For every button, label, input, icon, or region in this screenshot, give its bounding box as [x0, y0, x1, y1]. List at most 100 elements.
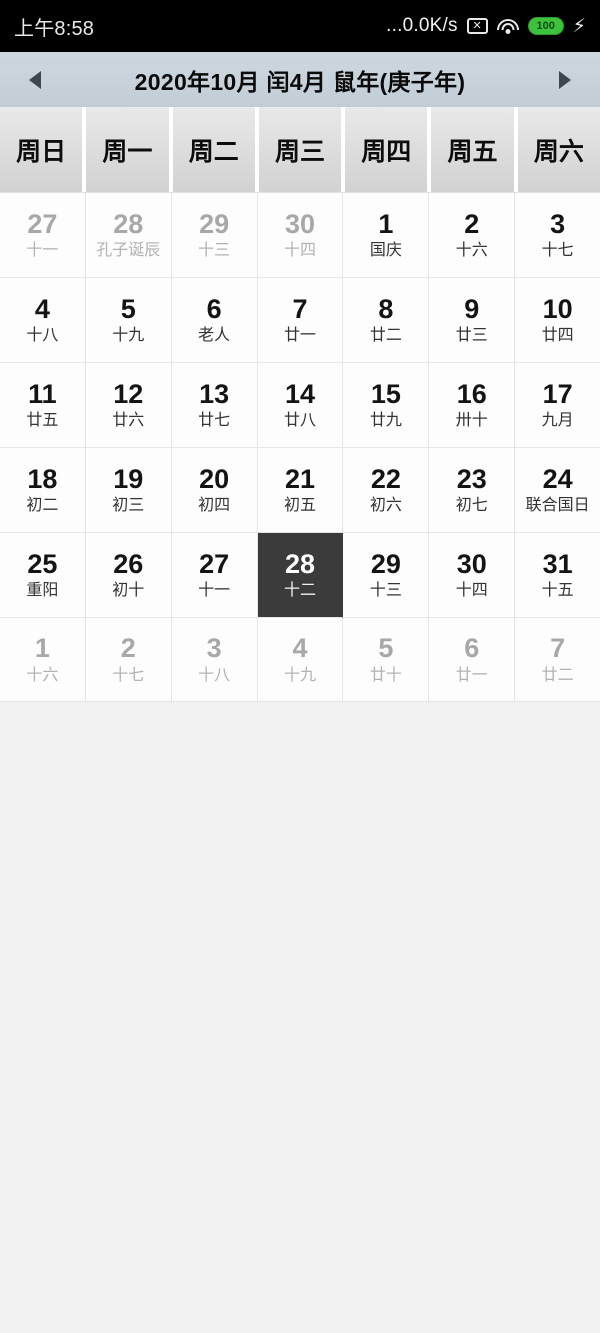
empty-content-area [0, 702, 600, 1333]
day-number: 11 [28, 378, 57, 409]
calendar-day-cell[interactable]: 4 十九 [257, 618, 344, 702]
network-speed-label: ...0.0K/s [386, 15, 458, 36]
day-number: 2 [464, 208, 480, 239]
day-number: 30 [456, 548, 487, 579]
calendar-day-cell[interactable]: 7 廿一 [257, 278, 344, 363]
calendar-day-cell[interactable]: 28 孔子诞辰 [85, 193, 172, 278]
day-number: 12 [113, 378, 144, 409]
calendar-day-cell[interactable]: 8 廿二 [343, 278, 430, 363]
lunar-label: 十三 [369, 582, 402, 600]
calendar-day-cell[interactable]: 25 重阳 [0, 533, 86, 618]
day-number: 1 [378, 208, 394, 239]
calendar-day-cell[interactable]: 28 十二 [257, 533, 344, 618]
calendar-day-cell[interactable]: 1 十六 [0, 618, 86, 702]
calendar-day-cell[interactable]: 15 廿九 [343, 363, 430, 448]
day-number: 23 [456, 463, 487, 494]
calendar-day-cell[interactable]: 3 十七 [515, 193, 600, 278]
calendar-day-cell[interactable]: 11 廿五 [0, 363, 86, 448]
calendar-day-cell[interactable]: 21 初五 [257, 448, 344, 533]
weekday-header-3: 周三 [258, 107, 342, 192]
lunar-label: 廿九 [369, 412, 402, 430]
calendar-day-cell[interactable]: 2 十六 [429, 193, 516, 278]
calendar-day-cell[interactable]: 5 十九 [85, 278, 172, 363]
calendar-week-row: 18 初二 19 初三 20 初四 21 初五 22 初六 23 初七 24 联合国日 [0, 448, 600, 533]
lunar-label: 重阳 [26, 582, 59, 600]
calendar-day-cell[interactable]: 22 初六 [343, 448, 430, 533]
day-number: 6 [464, 633, 480, 664]
lunar-label: 十七 [112, 666, 145, 684]
previous-month-button[interactable] [0, 70, 70, 89]
lunar-label: 廿八 [284, 412, 317, 430]
day-number: 24 [542, 463, 573, 494]
calendar-day-cell[interactable]: 20 初四 [171, 448, 258, 533]
calendar-day-cell[interactable]: 5 廿十 [343, 618, 430, 702]
weekday-header-4: 周四 [345, 107, 428, 192]
lunar-label: 廿六 [112, 412, 145, 430]
next-month-button[interactable] [530, 70, 600, 89]
calendar-day-cell[interactable]: 14 廿八 [257, 363, 344, 448]
lunar-label: 十九 [112, 327, 145, 345]
day-number: 15 [370, 378, 401, 409]
calendar-grid: 27 十一 28 孔子诞辰 29 十三 30 十四 1 国庆 2 十六 3 十七 4 十八 5 十九 6 老人 7 廿一 8… [0, 192, 600, 702]
battery-icon: 100 [527, 17, 564, 35]
day-number: 2 [120, 633, 136, 664]
lunar-label: 十六 [26, 666, 59, 684]
calendar-day-cell[interactable]: 18 初二 [0, 448, 86, 533]
lunar-label: 十八 [26, 327, 59, 345]
lunar-label: 十九 [284, 666, 317, 684]
calendar-day-cell[interactable]: 30 十四 [257, 193, 344, 278]
calendar-day-cell[interactable]: 31 十五 [515, 533, 600, 618]
lunar-label: 十八 [198, 666, 231, 684]
day-number: 16 [456, 378, 487, 409]
lunar-label: 十四 [455, 582, 488, 600]
calendar-day-cell[interactable]: 13 廿七 [171, 363, 258, 448]
lunar-label: 联合国日 [525, 497, 590, 515]
calendar-day-cell[interactable]: 4 十八 [0, 278, 86, 363]
calendar-week-row: 25 重阳 26 初十 27 十一 28 十二 29 十三 30 十四 31 十五 [0, 533, 600, 618]
calendar-day-cell[interactable]: 2 十七 [85, 618, 172, 702]
calendar-day-cell[interactable]: 27 十一 [0, 193, 86, 278]
lunar-label: 初七 [455, 497, 488, 515]
calendar-day-cell[interactable]: 9 廿三 [429, 278, 516, 363]
day-number: 28 [113, 208, 144, 239]
wifi-icon [496, 18, 519, 35]
calendar-day-cell[interactable]: 24 联合国日 [515, 448, 600, 533]
chevron-left-icon [29, 70, 41, 89]
calendar-day-cell[interactable]: 27 十一 [171, 533, 258, 618]
calendar-day-cell[interactable]: 17 九月 [515, 363, 600, 448]
lunar-label: 廿一 [284, 327, 317, 345]
calendar-week-row: 27 十一 28 孔子诞辰 29 十三 30 十四 1 国庆 2 十六 3 十七 [0, 193, 600, 278]
weekday-header-1: 周一 [86, 107, 169, 192]
calendar-day-cell[interactable]: 16 卅十 [429, 363, 516, 448]
lunar-label: 九月 [541, 412, 574, 430]
day-number: 3 [206, 633, 222, 664]
calendar-day-cell[interactable]: 10 廿四 [515, 278, 600, 363]
lunar-label: 十三 [198, 242, 231, 260]
lunar-label: 孔子诞辰 [96, 242, 161, 260]
calendar-day-cell[interactable]: 7 廿二 [515, 618, 600, 702]
calendar-day-cell[interactable]: 6 老人 [171, 278, 258, 363]
lunar-label: 廿二 [541, 666, 574, 684]
x-box-icon: ✕ [466, 18, 488, 34]
calendar-day-cell[interactable]: 26 初十 [85, 533, 172, 618]
lunar-label: 十六 [455, 242, 488, 260]
calendar-day-cell[interactable]: 23 初七 [429, 448, 516, 533]
lunar-label: 十四 [284, 242, 317, 260]
day-number: 14 [284, 378, 316, 409]
day-number: 4 [34, 293, 50, 324]
day-number: 5 [120, 293, 136, 324]
calendar-day-cell[interactable]: 1 国庆 [343, 193, 430, 278]
calendar-day-cell[interactable]: 12 廿六 [85, 363, 172, 448]
calendar-day-cell[interactable]: 29 十三 [171, 193, 258, 278]
calendar-day-cell[interactable]: 6 廿一 [429, 618, 516, 702]
lunar-label: 十五 [541, 582, 574, 600]
calendar-day-cell[interactable]: 30 十四 [429, 533, 516, 618]
calendar-day-cell[interactable]: 29 十三 [343, 533, 430, 618]
calendar-day-cell[interactable]: 19 初三 [85, 448, 172, 533]
day-number: 18 [27, 463, 58, 494]
calendar-day-cell[interactable]: 3 十八 [171, 618, 258, 702]
lunar-label: 廿二 [369, 327, 402, 345]
day-number: 27 [27, 208, 58, 239]
chevron-right-icon [559, 70, 571, 89]
weekday-header-2: 周二 [172, 107, 255, 192]
